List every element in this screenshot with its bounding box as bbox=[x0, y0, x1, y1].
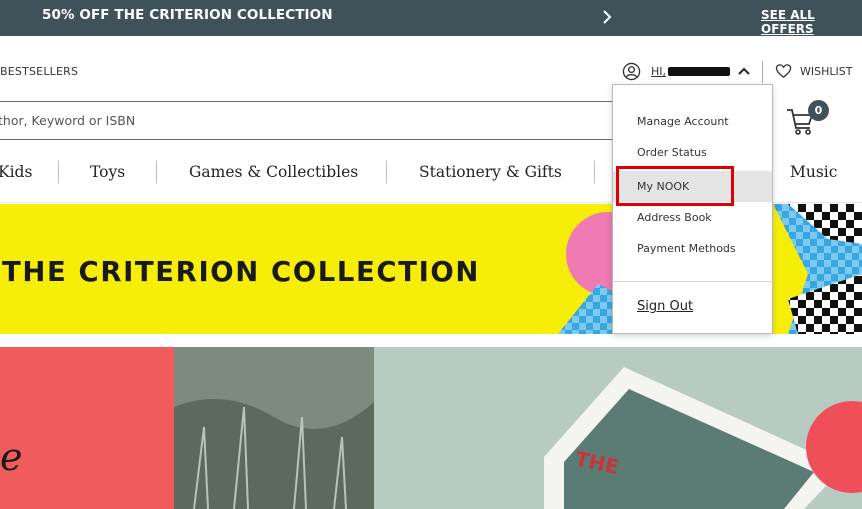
see-all-offers-link[interactable]: SEE ALL OFFERS bbox=[761, 8, 862, 36]
nav-separator bbox=[386, 161, 387, 183]
menu-item-address-book[interactable]: Address Book bbox=[637, 211, 712, 224]
search-input[interactable] bbox=[0, 102, 615, 139]
bestsellers-link[interactable]: BESTSELLERS bbox=[0, 65, 78, 78]
nav-item-stationery-gifts[interactable]: Stationery & Gifts bbox=[419, 163, 562, 181]
hero-script-text: e bbox=[0, 435, 23, 479]
banner-title: THE CRITERION COLLECTION bbox=[2, 256, 480, 288]
promo-text[interactable]: 50% OFF THE CRITERION COLLECTION bbox=[42, 7, 333, 23]
promo-bar: 50% OFF THE CRITERION COLLECTION SEE ALL… bbox=[0, 0, 862, 36]
nav-item-music[interactable]: Music bbox=[790, 163, 837, 181]
wishlist-link[interactable]: WISHLIST bbox=[800, 65, 852, 78]
menu-item-manage-account[interactable]: Manage Account bbox=[637, 115, 729, 128]
menu-divider bbox=[613, 281, 772, 282]
hero-banner[interactable]: e THE bbox=[0, 347, 862, 509]
hero-grass-image bbox=[174, 347, 374, 509]
nav-separator bbox=[594, 161, 595, 183]
nav-item-games-collectibles[interactable]: Games & Collectibles bbox=[189, 163, 358, 181]
nav-separator bbox=[156, 161, 157, 183]
user-circle-icon[interactable] bbox=[622, 62, 641, 81]
nav-item-toys[interactable]: Toys bbox=[90, 163, 125, 181]
account-dropdown-menu: Manage Account Order Status My NOOK Addr… bbox=[612, 84, 773, 334]
search-bar bbox=[0, 101, 616, 140]
sign-out-link[interactable]: Sign Out bbox=[637, 299, 693, 314]
account-greeting[interactable]: HI, bbox=[651, 65, 666, 78]
highlight-annotation-box bbox=[616, 166, 734, 206]
utility-divider bbox=[762, 61, 763, 83]
cart-count-badge[interactable]: 0 bbox=[808, 100, 829, 121]
hero-book-image: THE bbox=[374, 347, 862, 509]
heart-icon[interactable] bbox=[775, 63, 792, 79]
nav-item-kids[interactable]: Kids bbox=[0, 163, 32, 181]
hero-book-panel: THE bbox=[374, 347, 862, 509]
chevron-up-icon[interactable] bbox=[737, 65, 751, 77]
nav-separator bbox=[58, 161, 59, 183]
chevron-right-icon[interactable] bbox=[598, 8, 616, 26]
redacted-username bbox=[668, 67, 730, 76]
menu-item-order-status[interactable]: Order Status bbox=[637, 146, 707, 159]
menu-item-payment-methods[interactable]: Payment Methods bbox=[637, 242, 736, 255]
hero-photo-panel bbox=[174, 347, 374, 509]
hero-red-panel bbox=[0, 347, 174, 509]
